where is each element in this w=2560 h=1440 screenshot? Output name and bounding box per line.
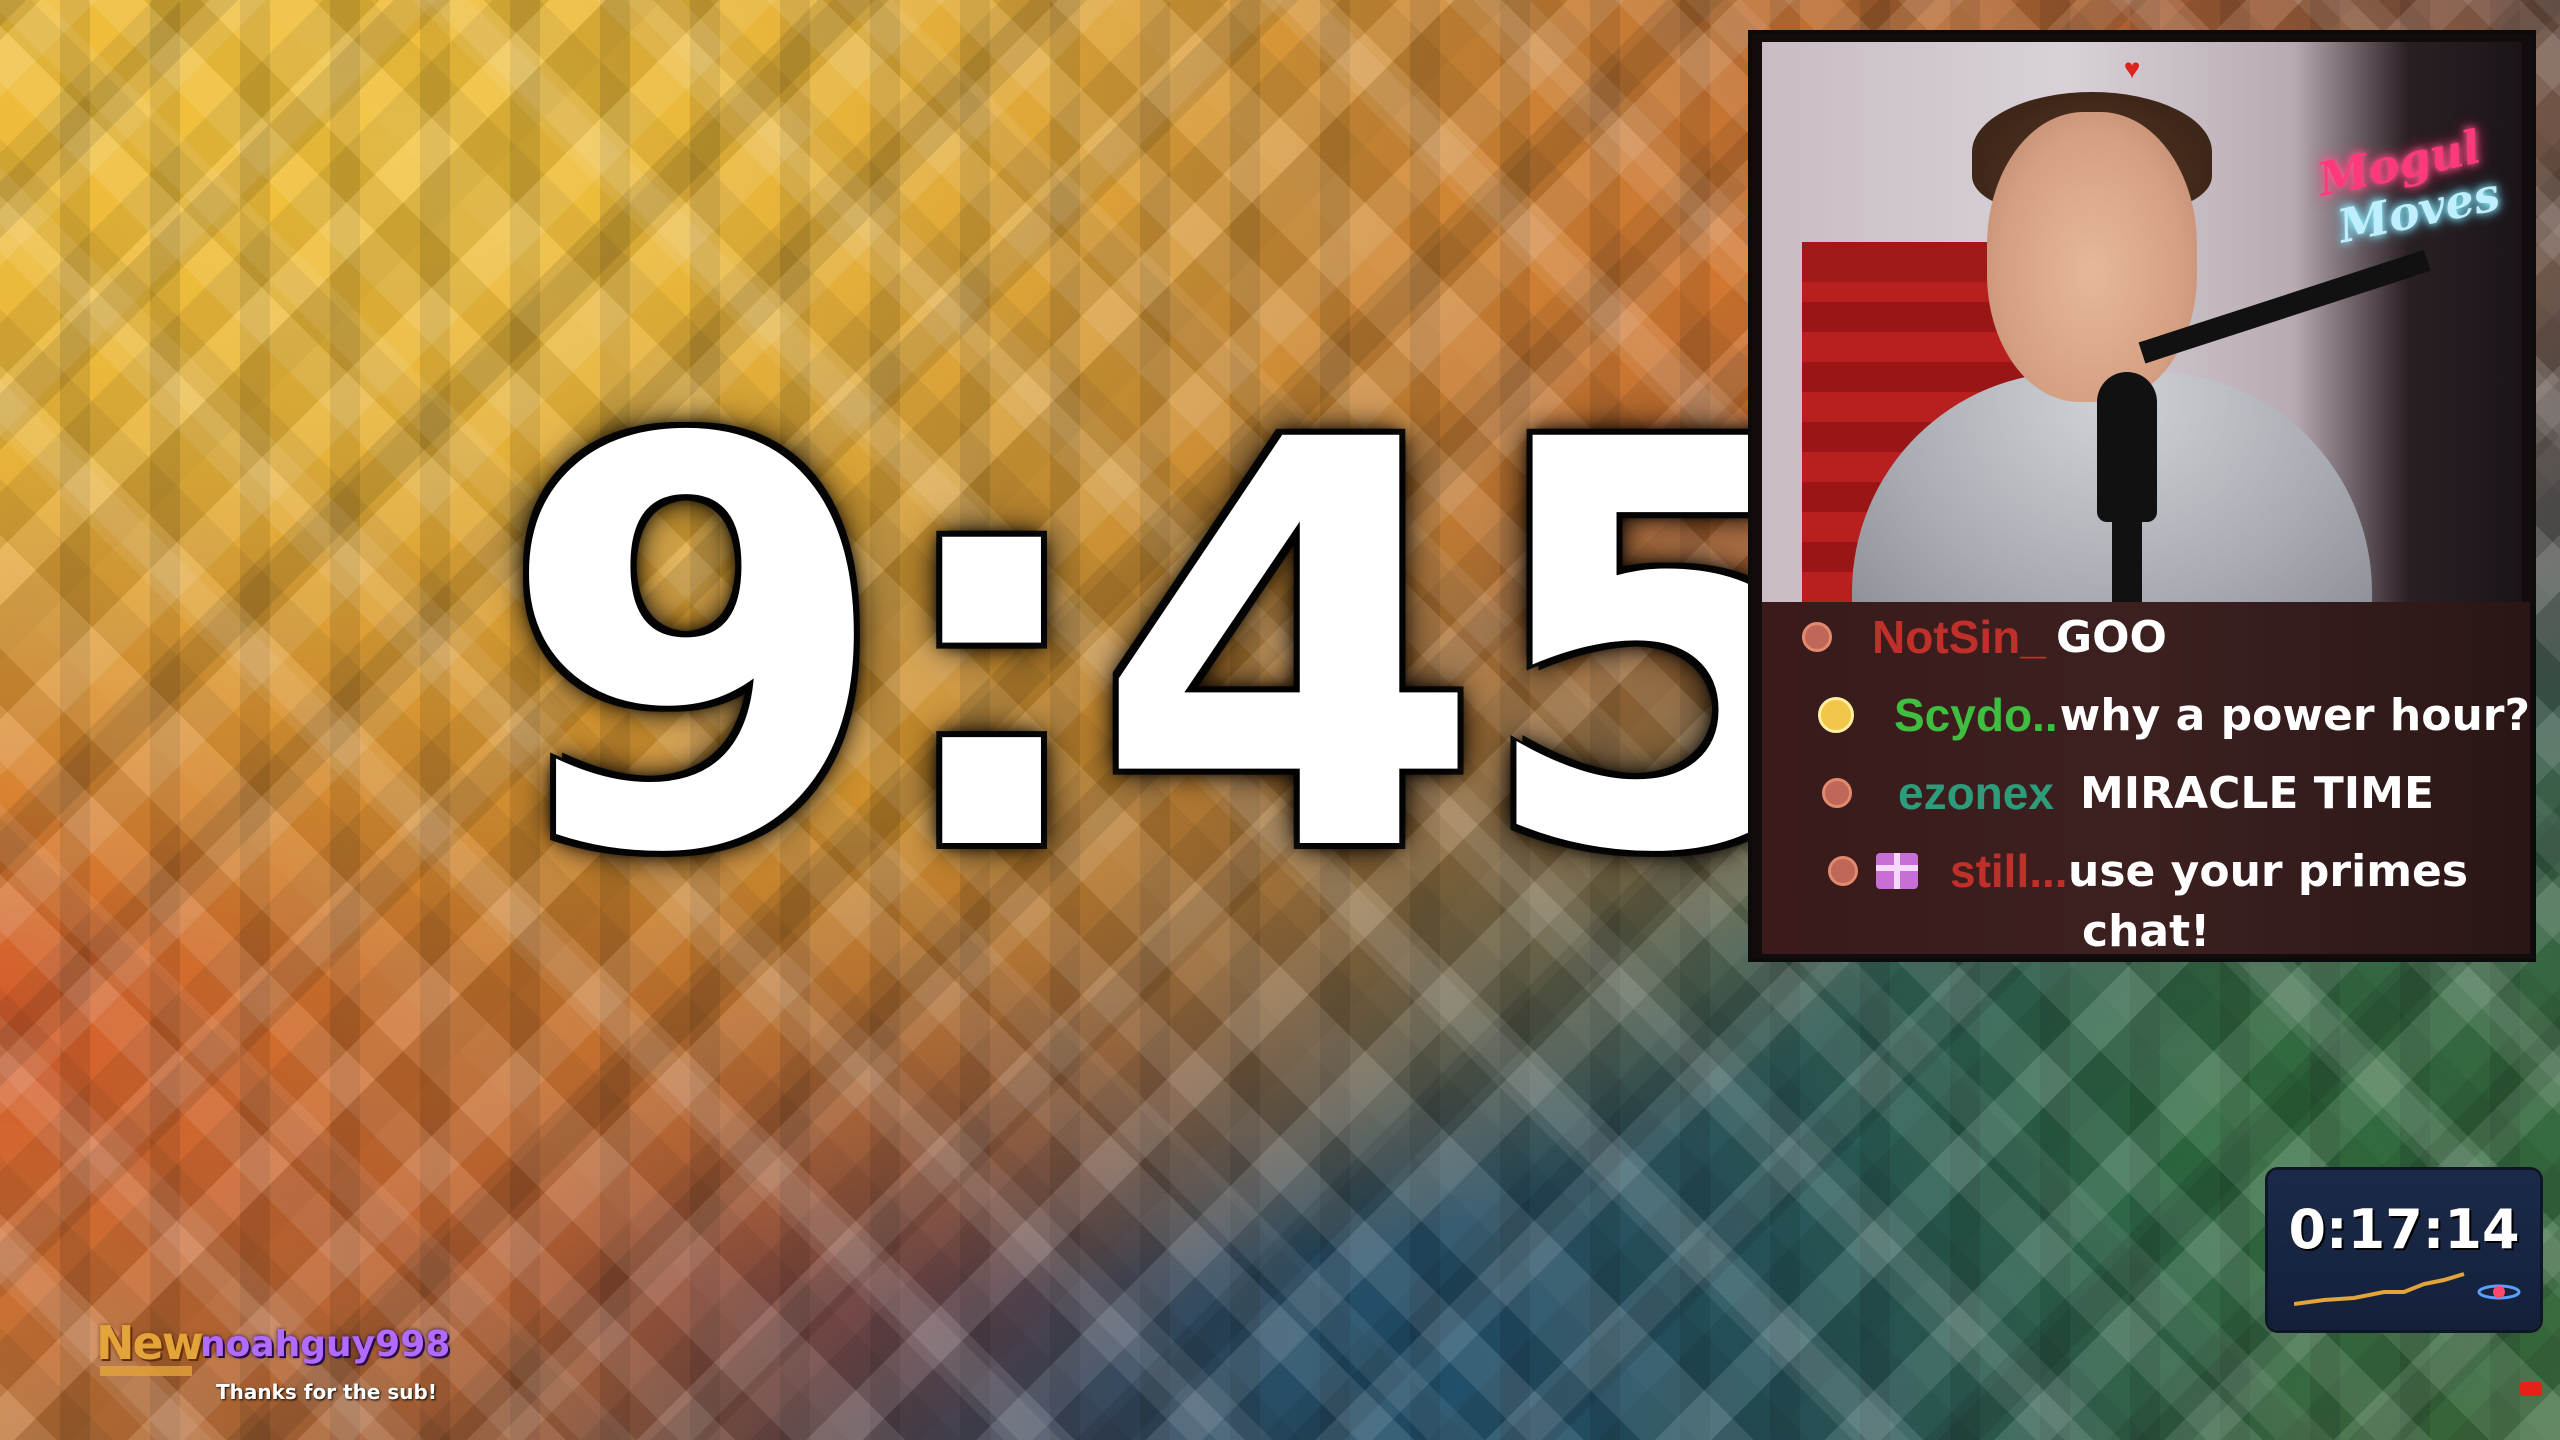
sub-alert-label-bar bbox=[100, 1366, 192, 1376]
chat-message: Scydo... why a power hour? bbox=[1762, 680, 2530, 750]
planet-logo-icon bbox=[2477, 1284, 2521, 1300]
sun-badge-icon bbox=[1818, 697, 1854, 733]
chat-text: MIRACLE TIME bbox=[2080, 767, 2435, 819]
stream-screen: 9:45 ♥♥♥♥♥♥♥ Mogul Moves NotSin_ GOO bbox=[0, 0, 2560, 1440]
chat-overlay: NotSin_ GOO Scydo... why a power hour? e… bbox=[1762, 602, 2530, 957]
webcam-chat-panel: ♥♥♥♥♥♥♥ Mogul Moves NotSin_ GOO Scydo...… bbox=[1748, 30, 2536, 962]
chat-badge-icon bbox=[1822, 778, 1852, 808]
chat-message: ezonex MIRACLE TIME bbox=[1762, 758, 2530, 828]
chat-message-continuation: chat! bbox=[1762, 905, 2530, 957]
sub-alert: New noahguy998 Thanks for the sub! bbox=[96, 1316, 476, 1416]
stream-uptime-widget: 0:17:14 bbox=[2268, 1170, 2540, 1330]
chat-username: still... bbox=[1950, 845, 2068, 897]
chat-text: use your primes bbox=[2068, 845, 2469, 897]
chat-message: still... use your primes bbox=[1762, 836, 2530, 906]
stream-uptime-value: 0:17:14 bbox=[2288, 1198, 2520, 1261]
streamer-face bbox=[1987, 112, 2197, 402]
webcam-feed: ♥♥♥♥♥♥♥ Mogul Moves bbox=[1762, 42, 2522, 602]
chat-username: ezonex bbox=[1898, 767, 2054, 819]
sub-alert-label: New bbox=[96, 1316, 204, 1370]
sub-alert-thanks: Thanks for the sub! bbox=[216, 1380, 437, 1404]
chat-text: GOO bbox=[2056, 611, 2167, 663]
chat-username: Scydo... bbox=[1894, 689, 2060, 741]
uptime-graph-icon bbox=[2294, 1272, 2465, 1306]
countdown-timer: 9:45 bbox=[500, 324, 1863, 976]
sub-alert-username: noahguy998 bbox=[200, 1324, 451, 1365]
mic-stand bbox=[2112, 512, 2142, 602]
chat-message: NotSin_ GOO bbox=[1762, 602, 2530, 672]
video-watermark-icon bbox=[2520, 1382, 2542, 1396]
chat-text: chat! bbox=[2082, 905, 2211, 957]
chat-text: why a power hour? bbox=[2059, 689, 2530, 741]
chat-username: NotSin_ bbox=[1872, 611, 2046, 663]
chat-badge-icon bbox=[1802, 622, 1832, 652]
gift-icon bbox=[1876, 853, 1918, 889]
chat-badge-icon bbox=[1828, 856, 1858, 886]
microphone-icon bbox=[2097, 372, 2157, 522]
